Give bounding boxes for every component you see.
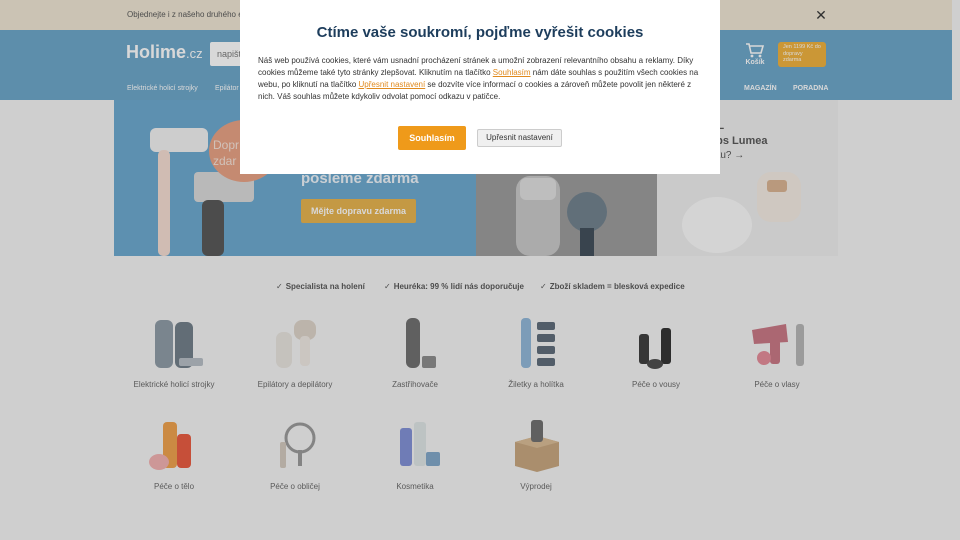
accept-link[interactable]: Souhlasím (493, 68, 531, 77)
modal-title: Ctíme vaše soukromí, pojďme vyřešit cook… (316, 24, 644, 41)
modal-text: Náš web používá cookies, které vám usnad… (258, 55, 704, 103)
accept-button[interactable]: Souhlasím (398, 126, 466, 150)
settings-button[interactable]: Upřesnit nastavení (477, 129, 562, 147)
cookie-consent-modal: Ctíme vaše soukromí, pojďme vyřešit cook… (240, 0, 720, 174)
settings-link[interactable]: Upřesnit nastavení (359, 80, 426, 89)
